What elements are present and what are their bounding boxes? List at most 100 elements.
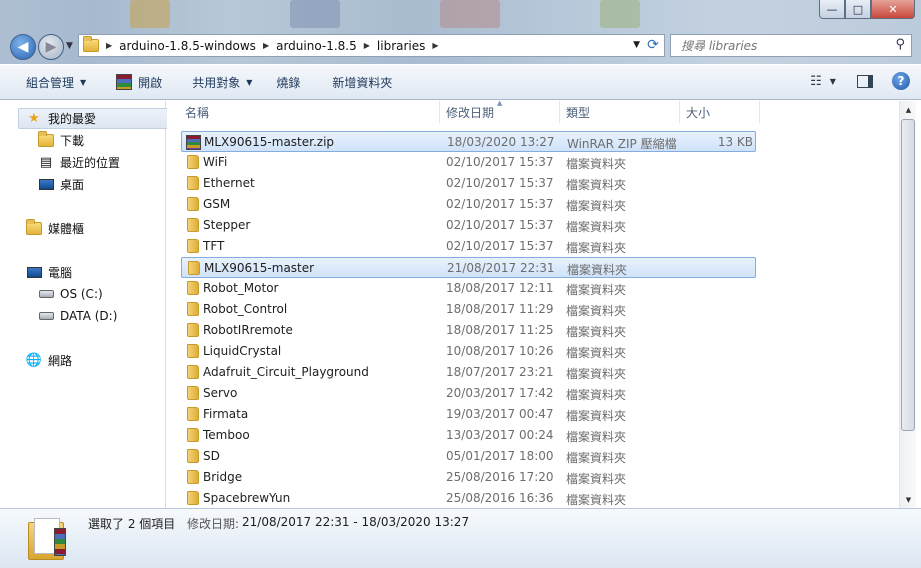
breadcrumb-separator[interactable]: ▶: [432, 41, 438, 50]
desktop-wallpaper-strip: [600, 0, 640, 28]
scroll-up-icon[interactable]: ▲: [900, 101, 917, 118]
command-bar: 組合管理 ▼ 開啟 共用對象 ▼ 燒錄 新增資料夾 ☷ ▼ ?: [0, 64, 921, 100]
breadcrumb-separator[interactable]: ▶: [364, 41, 370, 50]
share-button[interactable]: 共用對象 ▼: [182, 67, 262, 97]
column-name[interactable]: 名稱: [179, 104, 209, 122]
nav-label: 下載: [60, 133, 85, 148]
search-icon[interactable]: ⚲: [895, 37, 905, 52]
file-date: 21/08/2017 22:31: [447, 261, 555, 275]
burn-label: 燒錄: [276, 75, 301, 90]
scroll-thumb[interactable]: [901, 119, 915, 431]
refresh-icon[interactable]: ⟳: [644, 37, 662, 54]
nav-item-drive-d[interactable]: DATA (D:): [38, 306, 117, 326]
breadcrumb-separator[interactable]: ▶: [106, 41, 112, 50]
search-input[interactable]: [679, 37, 889, 54]
drive-icon: [38, 308, 54, 324]
nav-item-favorites[interactable]: ★ 我的最愛: [26, 108, 96, 128]
breadcrumb-separator[interactable]: ▶: [263, 41, 269, 50]
file-row[interactable]: Robot_Motor 18/08/2017 12:11 檔案資料夾: [181, 278, 756, 299]
file-row[interactable]: Bridge 25/08/2016 17:20 檔案資料夾: [181, 467, 756, 488]
scroll-down-icon[interactable]: ▼: [900, 491, 917, 508]
folder-icon: [185, 239, 199, 256]
file-row[interactable]: Ethernet 02/10/2017 15:37 檔案資料夾: [181, 173, 756, 194]
breadcrumb-arduino-windows[interactable]: arduino-1.8.5-windows: [119, 39, 256, 53]
help-button[interactable]: ?: [889, 69, 913, 93]
file-row[interactable]: WiFi 02/10/2017 15:37 檔案資料夾: [181, 152, 756, 173]
view-controls: ☷ ▼ ?: [805, 69, 913, 93]
nav-item-network[interactable]: 🌐 網路: [26, 350, 72, 370]
back-button[interactable]: ◀: [10, 34, 36, 60]
winrar-icon: [116, 74, 133, 90]
folder-icon: [185, 407, 199, 424]
file-row[interactable]: SpacebrewYun 25/08/2016 16:36 檔案資料夾: [181, 488, 756, 508]
arrow-left-icon: ◀: [17, 39, 29, 55]
file-type: 檔案資料夾: [566, 430, 627, 444]
file-name: TFT: [203, 239, 225, 253]
file-date: 02/10/2017 15:37: [446, 218, 554, 232]
open-button[interactable]: 開啟: [106, 67, 172, 97]
chevron-down-icon: ▼: [829, 76, 836, 86]
column-date[interactable]: 修改日期: [440, 104, 494, 122]
preview-pane-button[interactable]: [853, 69, 877, 93]
multiple-items-icon: [26, 516, 68, 562]
file-type: 檔案資料夾: [566, 367, 627, 381]
column-size[interactable]: 大小: [680, 104, 710, 122]
folder-icon: [185, 281, 199, 298]
file-row[interactable]: TFT 02/10/2017 15:37 檔案資料夾: [181, 236, 756, 257]
burn-button[interactable]: 燒錄: [266, 67, 310, 97]
vertical-scrollbar[interactable]: ▲ ▼: [899, 101, 916, 508]
file-row[interactable]: Servo 20/03/2017 17:42 檔案資料夾: [181, 383, 756, 404]
star-icon: ★: [28, 110, 40, 126]
file-type: 檔案資料夾: [566, 283, 627, 297]
address-dropdown[interactable]: ▼: [633, 40, 640, 50]
file-row[interactable]: RobotIRremote 18/08/2017 11:25 檔案資料夾: [181, 320, 756, 341]
column-divider[interactable]: [759, 101, 760, 123]
file-name: Firmata: [203, 407, 249, 421]
nav-item-libraries[interactable]: 媒體櫃: [26, 218, 84, 238]
folder-icon: [185, 155, 199, 172]
file-row[interactable]: Adafruit_Circuit_Playground 18/07/2017 23…: [181, 362, 756, 383]
file-date: 05/01/2017 18:00: [446, 449, 554, 463]
file-type: 檔案資料夾: [566, 199, 627, 213]
nav-label: DATA (D:): [60, 309, 118, 323]
maximize-button[interactable]: □: [845, 0, 871, 19]
search-box[interactable]: ⚲: [670, 34, 912, 57]
address-bar[interactable]: ▶ arduino-1.8.5-windows ▶ arduino-1.8.5 …: [78, 34, 665, 57]
file-row[interactable]: GSM 02/10/2017 15:37 檔案資料夾: [181, 194, 756, 215]
details-view-icon: ☷: [810, 73, 822, 89]
forward-button[interactable]: ▶: [38, 34, 64, 60]
column-type[interactable]: 類型: [560, 104, 590, 122]
breadcrumb-arduino[interactable]: arduino-1.8.5: [276, 39, 357, 53]
file-row[interactable]: MLX90615-master 21/08/2017 22:31 檔案資料夾: [181, 257, 756, 278]
file-list: 名稱 修改日期 ▲ 類型 大小 MLX90615-master.zip 18/03…: [167, 101, 899, 508]
file-row[interactable]: Stepper 02/10/2017 15:37 檔案資料夾: [181, 215, 756, 236]
nav-item-drive-c[interactable]: OS (C:): [38, 284, 103, 304]
nav-item-recent[interactable]: ▤ 最近的位置: [38, 152, 120, 172]
file-row[interactable]: SD 05/01/2017 18:00 檔案資料夾: [181, 446, 756, 467]
nav-item-computer[interactable]: 電腦: [26, 262, 72, 282]
desktop-wallpaper-strip: [130, 0, 170, 28]
file-row[interactable]: Robot_Control 18/08/2017 11:29 檔案資料夾: [181, 299, 756, 320]
view-options-button[interactable]: ☷ ▼: [810, 69, 836, 93]
history-dropdown[interactable]: ▼: [66, 41, 73, 51]
recent-places-icon: ▤: [39, 154, 53, 170]
nav-label: 最近的位置: [60, 155, 121, 170]
file-row[interactable]: Temboo 13/03/2017 00:24 檔案資料夾: [181, 425, 756, 446]
file-row[interactable]: LiquidCrystal 10/08/2017 10:26 檔案資料夾: [181, 341, 756, 362]
breadcrumb-libraries[interactable]: libraries: [377, 39, 425, 53]
file-name: Temboo: [203, 428, 250, 442]
file-date: 18/08/2017 12:11: [446, 281, 554, 295]
file-row[interactable]: Firmata 19/03/2017 00:47 檔案資料夾: [181, 404, 756, 425]
organize-button[interactable]: 組合管理 ▼: [16, 67, 96, 97]
close-button[interactable]: ✕: [871, 0, 915, 19]
file-date: 02/10/2017 15:37: [446, 197, 554, 211]
folder-icon: [185, 365, 199, 382]
minimize-button[interactable]: —: [819, 0, 845, 19]
new-folder-button[interactable]: 新增資料夾: [322, 67, 402, 97]
nav-item-desktop[interactable]: 桌面: [38, 174, 84, 194]
file-type: 檔案資料夾: [566, 325, 627, 339]
file-size: 13 KB: [717, 135, 753, 149]
file-row[interactable]: MLX90615-master.zip 18/03/2020 13:27 WinRA…: [181, 131, 756, 152]
nav-item-downloads[interactable]: 下載: [38, 130, 84, 150]
folder-icon: [185, 428, 199, 445]
